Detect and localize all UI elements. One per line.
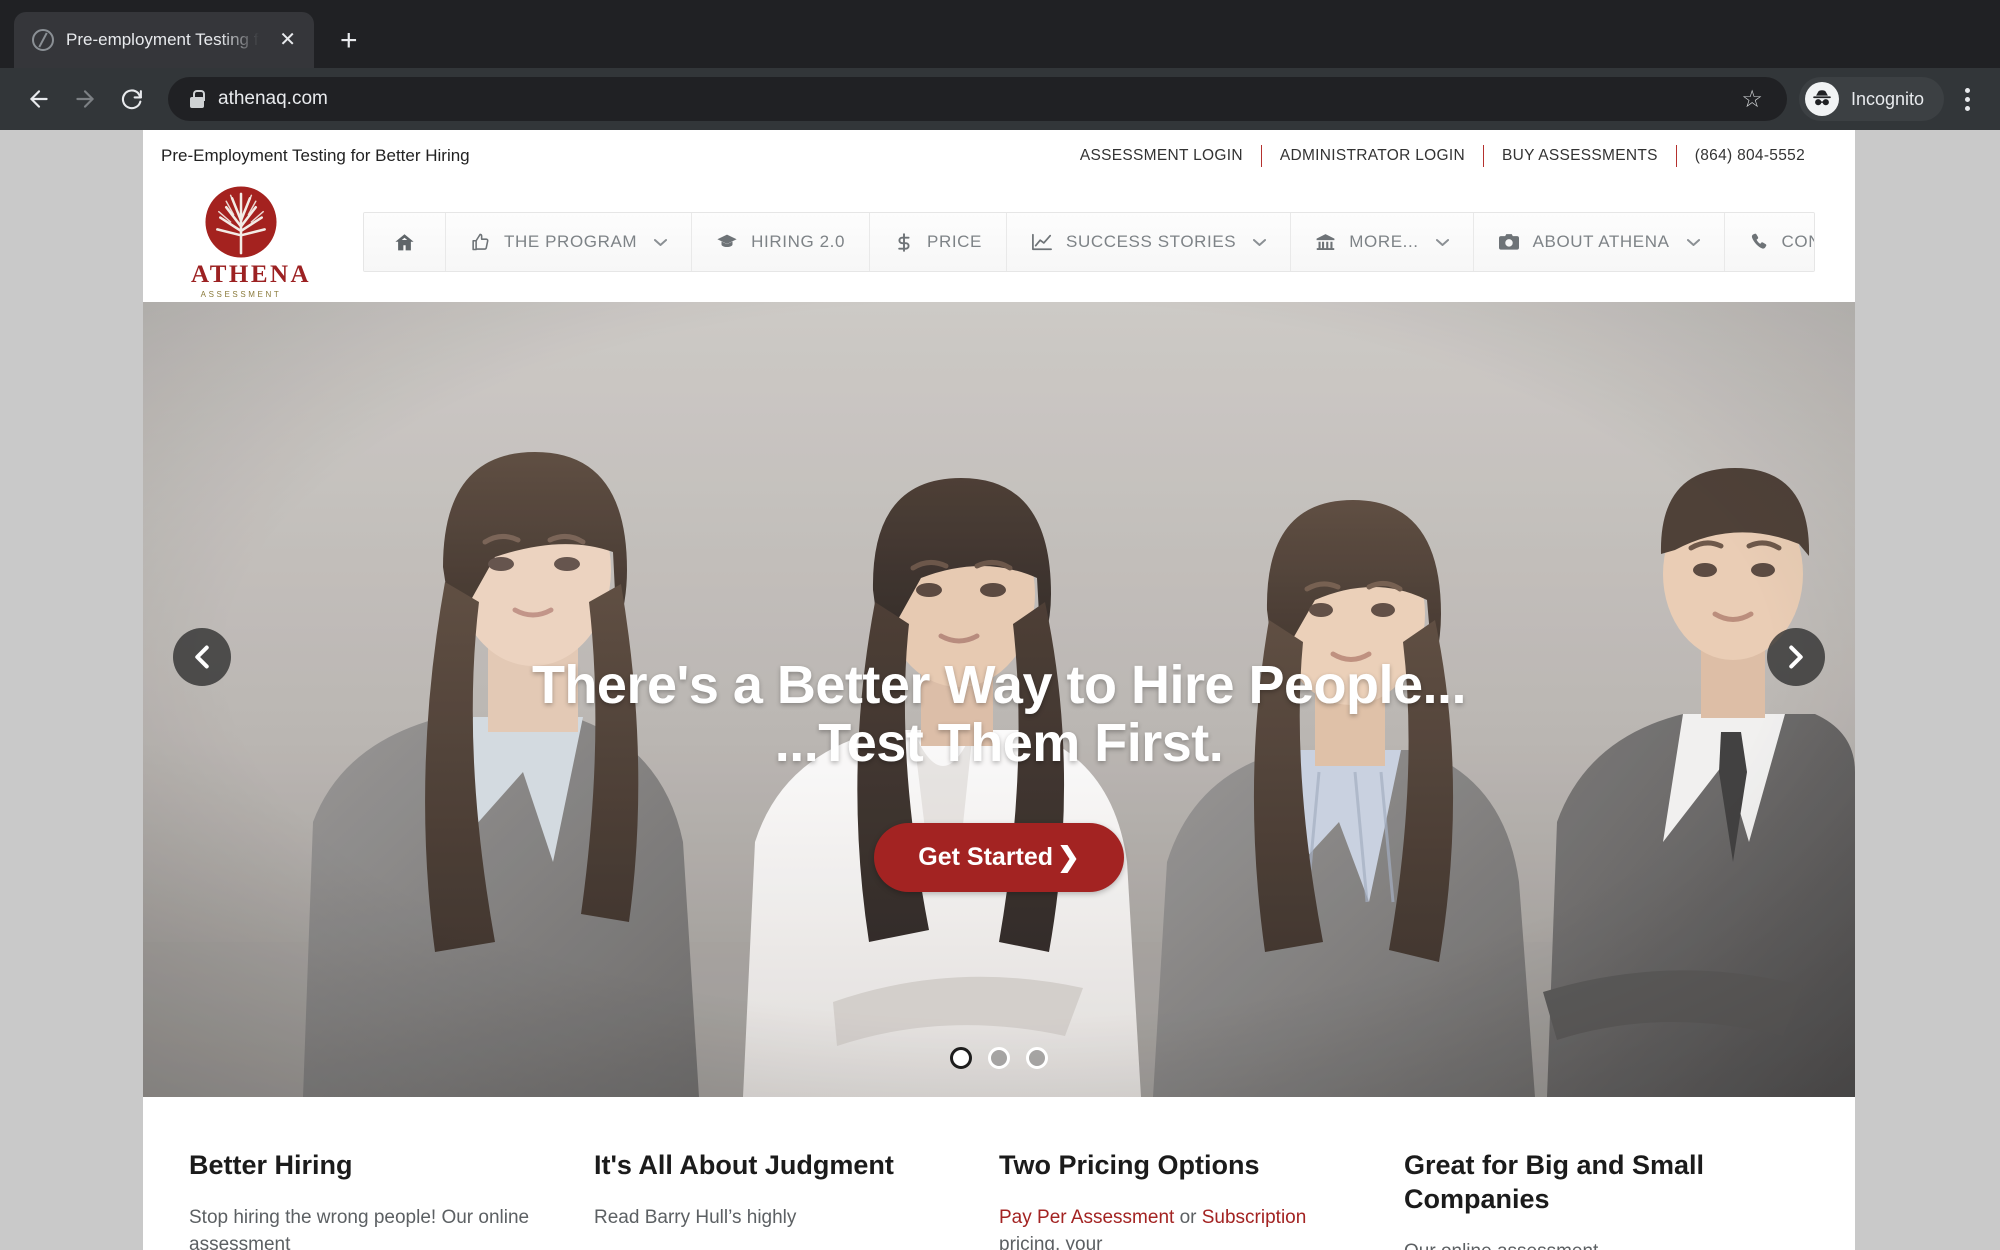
dollar-icon	[894, 232, 914, 253]
pay-per-assessment-link[interactable]: Pay Per Assessment	[999, 1207, 1174, 1228]
new-tab-button[interactable]: +	[340, 26, 358, 56]
close-icon[interactable]: ✕	[275, 26, 300, 54]
carousel-dot-3[interactable]	[1026, 1047, 1048, 1069]
carousel-next-button[interactable]	[1767, 628, 1825, 686]
utility-link-assessment-login[interactable]: ASSESSMENT LOGIN	[1062, 145, 1262, 167]
incognito-icon	[1804, 82, 1839, 116]
nav-label: ABOUT ATHENA	[1532, 232, 1670, 251]
home-icon	[394, 232, 415, 253]
feature-title: Two Pricing Options	[999, 1150, 1260, 1180]
feature-body-mid: or	[1174, 1206, 1202, 1228]
line-chart-icon	[1031, 232, 1053, 252]
page-viewport: Pre-Employment Testing for Better Hiring…	[0, 130, 2000, 1250]
feature-columns: Better Hiring Stop hiring the wrong peop…	[143, 1097, 1855, 1250]
chevron-down-icon	[1686, 235, 1700, 250]
nav-item-the-program[interactable]: THE PROGRAM	[446, 213, 693, 271]
get-started-label: Get Started	[918, 842, 1054, 871]
nav-label: CONTACT	[1781, 232, 1814, 251]
utility-link-administrator-login[interactable]: ADMINISTRATOR LOGIN	[1262, 145, 1484, 167]
logo-subtext: ASSESSMENT	[200, 289, 282, 299]
nav-label: PRICE	[927, 232, 982, 251]
utility-link-phone[interactable]: (864) 804-5552	[1677, 145, 1805, 167]
website-page: Pre-Employment Testing for Better Hiring…	[143, 130, 1855, 1250]
feature-title: It's All About Judgment	[594, 1150, 894, 1180]
chevron-right-icon: ❯	[1057, 841, 1080, 872]
camera-icon	[1498, 232, 1520, 252]
bookmark-star-icon[interactable]: ☆	[1741, 85, 1763, 114]
forward-icon[interactable]	[62, 76, 108, 122]
hero-carousel: There's a Better Way to Hire People... .…	[143, 302, 1855, 1097]
back-icon[interactable]	[16, 76, 62, 122]
browser-tab[interactable]: Pre-employment Testing for Be ✕	[14, 12, 314, 68]
nav-item-home[interactable]	[364, 213, 446, 271]
utility-bar: Pre-Employment Testing for Better Hiring…	[143, 130, 1855, 182]
chevron-down-icon	[654, 235, 668, 250]
feature-body-post: pricing, your	[999, 1233, 1103, 1250]
tab-title: Pre-employment Testing for Be	[66, 30, 264, 49]
nav-label: THE PROGRAM	[504, 232, 638, 251]
feature-title: Better Hiring	[189, 1150, 353, 1180]
site-logo[interactable]: ATHENA ASSESSMENT	[191, 185, 312, 299]
main-navigation: THE PROGRAM HIRING 2.0 PRICE SUCCESS STO…	[363, 212, 1815, 272]
chevron-down-icon	[1435, 235, 1449, 250]
url-text: athenaq.com	[218, 88, 328, 109]
lock-icon	[190, 90, 205, 108]
carousel-dots	[143, 1047, 1855, 1069]
reload-icon[interactable]	[108, 76, 154, 122]
phone-icon	[1749, 232, 1769, 252]
tab-strip: Pre-employment Testing for Be ✕ +	[0, 0, 2000, 68]
tree-in-circle-logo-icon	[205, 186, 277, 258]
globe-icon	[32, 29, 54, 51]
feature-body: Read Barry Hull’s highly	[594, 1206, 797, 1228]
hero-headline-line2: ...Test Them First.	[774, 712, 1224, 773]
brand-row: ATHENA ASSESSMENT THE PROGRAM HIRING 2.0…	[143, 182, 1855, 302]
browser-toolbar: athenaq.com ☆ Incognito	[0, 68, 2000, 130]
nav-label: HIRING 2.0	[751, 232, 846, 251]
site-tagline: Pre-Employment Testing for Better Hiring	[161, 146, 470, 165]
hero-content: There's a Better Way to Hire People... .…	[143, 302, 1855, 1097]
feature-column-companies: Great for Big and Small Companies Our on…	[1404, 1149, 1809, 1250]
incognito-label: Incognito	[1850, 88, 1924, 109]
feature-body: Our online assessment	[1404, 1239, 1755, 1250]
nav-item-about-athena[interactable]: ABOUT ATHENA	[1473, 213, 1725, 271]
site-header: Pre-Employment Testing for Better Hiring…	[143, 130, 1855, 302]
feature-column-judgment: It's All About Judgment Read Barry Hull’…	[594, 1149, 999, 1250]
nav-item-success-stories[interactable]: SUCCESS STORIES	[1007, 213, 1292, 271]
carousel-prev-button[interactable]	[173, 628, 231, 686]
address-bar[interactable]: athenaq.com ☆	[168, 77, 1787, 121]
logo-wordmark: ATHENA	[191, 261, 312, 289]
nav-item-more[interactable]: MORE...	[1291, 213, 1474, 271]
feature-body: Stop hiring the wrong people! Our online…	[189, 1206, 530, 1250]
chevron-right-icon	[1789, 645, 1803, 669]
get-started-button[interactable]: Get Started ❯	[874, 822, 1124, 892]
utility-links: ASSESSMENT LOGIN ADMINISTRATOR LOGIN BUY…	[1062, 145, 1805, 167]
feature-body: Pay Per Assessment or Subscription prici…	[999, 1205, 1350, 1250]
subscription-link[interactable]: Subscription	[1202, 1207, 1307, 1228]
hero-headline-line1: There's a Better Way to Hire People...	[531, 655, 1467, 715]
kebab-menu-icon[interactable]	[1950, 87, 1984, 111]
carousel-dot-2[interactable]	[988, 1047, 1010, 1069]
nav-label: MORE...	[1349, 232, 1419, 251]
feature-column-better-hiring: Better Hiring Stop hiring the wrong peop…	[189, 1149, 594, 1250]
nav-item-contact[interactable]: CONTACT	[1724, 213, 1814, 271]
nav-label: SUCCESS STORIES	[1066, 232, 1237, 251]
thumbs-up-icon	[470, 232, 491, 253]
nav-item-hiring-2-0[interactable]: HIRING 2.0	[692, 213, 871, 271]
incognito-indicator[interactable]: Incognito	[1798, 77, 1944, 121]
carousel-dot-1[interactable]	[950, 1047, 972, 1069]
chevron-down-icon	[1253, 235, 1267, 250]
hero-headline: There's a Better Way to Hire People... .…	[531, 655, 1467, 773]
utility-link-buy-assessments[interactable]: BUY ASSESSMENTS	[1484, 145, 1677, 167]
graduation-cap-icon	[716, 231, 738, 253]
feature-title: Great for Big and Small Companies	[1404, 1150, 1705, 1214]
bank-icon	[1315, 232, 1336, 253]
nav-item-price[interactable]: PRICE	[870, 213, 1007, 271]
feature-column-pricing: Two Pricing Options Pay Per Assessment o…	[999, 1149, 1404, 1250]
chevron-left-icon	[195, 645, 209, 669]
browser-chrome: Pre-employment Testing for Be ✕ + athena…	[0, 0, 2000, 130]
